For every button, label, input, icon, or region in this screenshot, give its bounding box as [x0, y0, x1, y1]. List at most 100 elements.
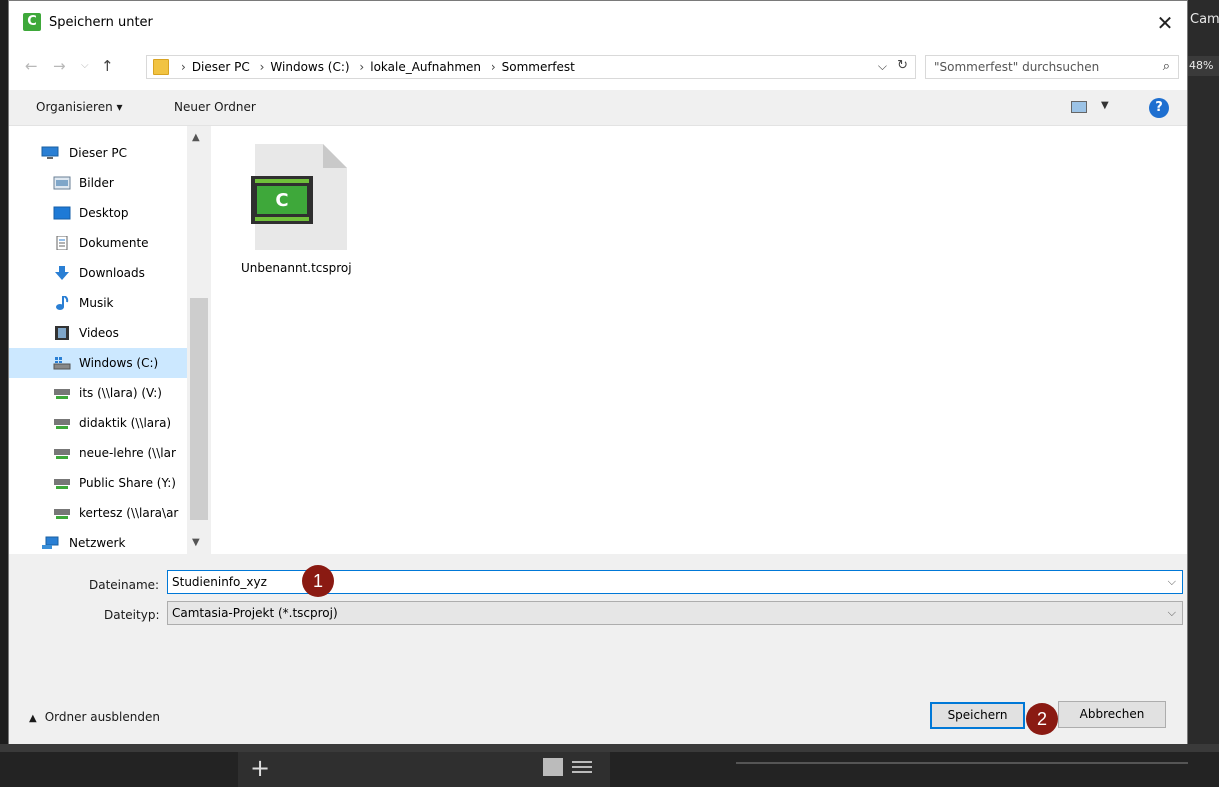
sidebar-item-downloads[interactable]: Downloads [9, 258, 187, 288]
recent-dropdown-icon[interactable]: ⌵ [81, 60, 89, 71]
search-input[interactable]: "Sommerfest" durchsuchen ⌕ [925, 55, 1179, 79]
sidebar-item-label: Bilder [79, 176, 114, 190]
sidebar-item-desktop[interactable]: Desktop [9, 198, 187, 228]
hide-folders-label: Ordner ausblenden [44, 710, 160, 724]
list-view-icon[interactable] [572, 758, 592, 776]
sidebar-item-label: Desktop [79, 206, 129, 220]
scrollbar-thumb[interactable] [190, 298, 208, 520]
up-arrow-icon[interactable]: ↑ [101, 57, 114, 75]
zoom-level[interactable]: 48% [1188, 56, 1219, 76]
music-icon [56, 296, 69, 310]
computer-icon [41, 146, 59, 159]
address-bar[interactable]: › Dieser PC › Windows (C:) › lokale_Aufnahm… [146, 55, 916, 79]
sidebar-item-network-drive[interactable]: kertesz (\\lara\ar [9, 498, 187, 528]
dialog-title: Speichern unter [49, 15, 153, 30]
add-icon[interactable]: + [250, 754, 270, 782]
navigation-bar: ← → ⌵ ↑ › Dieser PC › Windows (C:) › lokale… [9, 45, 1187, 90]
save-button[interactable]: Speichern [930, 702, 1025, 729]
grid-view-icon[interactable] [543, 758, 563, 776]
sidebar-item-label: its (\\lara) (V:) [79, 386, 162, 400]
step-marker-2: 2 [1026, 703, 1058, 735]
nav-tree: Dieser PC Bilder Desktop Dokumente Downl… [9, 138, 187, 554]
nav-scrollbar[interactable]: ▲ ▼ [187, 126, 211, 554]
sidebar-item-network-drive[interactable]: didaktik (\\lara) [9, 408, 187, 438]
command-bar: Organisieren ▾ Neuer Ordner ▼ ? [9, 90, 1187, 126]
sidebar-item-music[interactable]: Musik [9, 288, 187, 318]
help-icon[interactable]: ? [1149, 98, 1169, 118]
sidebar-item-label: Public Share (Y:) [79, 476, 176, 490]
filename-value: Studieninfo_xyz [172, 575, 267, 589]
sidebar-item-this-pc[interactable]: Dieser PC [9, 138, 187, 168]
step-marker-1: 1 [302, 565, 334, 597]
background-app-title: Camtasia [1190, 12, 1219, 27]
svg-text:C: C [275, 190, 288, 211]
breadcrumb-item[interactable]: Dieser PC [192, 60, 250, 74]
filetype-value: Camtasia-Projekt (*.tscproj) [172, 606, 338, 620]
sidebar-item-label: didaktik (\\lara) [79, 416, 172, 430]
sidebar-item-label: Videos [79, 326, 119, 340]
camtasia-project-icon: C [251, 144, 347, 250]
search-placeholder: "Sommerfest" durchsuchen [934, 60, 1100, 74]
view-dropdown-icon[interactable]: ▼ [1101, 100, 1109, 111]
save-form: Dateiname: Studieninfo_xyz ⌵ Dateityp: C… [9, 554, 1187, 744]
cancel-button[interactable]: Abbrechen [1058, 701, 1166, 728]
breadcrumb-item[interactable]: Sommerfest [502, 60, 575, 74]
scroll-down-icon[interactable]: ▼ [192, 537, 200, 548]
new-folder-button[interactable]: Neuer Ordner [174, 100, 256, 114]
sidebar-item-label: Dieser PC [69, 146, 127, 160]
refresh-icon[interactable]: ↻ [897, 58, 908, 73]
folder-icon [153, 59, 169, 75]
navigation-pane: Dieser PC Bilder Desktop Dokumente Downl… [9, 126, 211, 554]
filetype-label: Dateityp: [104, 608, 160, 622]
sidebar-item-network-drive[interactable]: Public Share (Y:) [9, 468, 187, 498]
documents-icon [56, 236, 68, 250]
sidebar-item-label: Downloads [79, 266, 145, 280]
sidebar-item-label: Windows (C:) [79, 356, 159, 370]
scroll-up-icon[interactable]: ▲ [192, 132, 200, 143]
breadcrumb-item[interactable]: Windows (C:) [270, 60, 349, 74]
chevron-up-icon: ▲ [29, 713, 37, 724]
sidebar-item-documents[interactable]: Dokumente [9, 228, 187, 258]
chevron-down-icon[interactable]: ⌵ [878, 59, 887, 74]
filename-label: Dateiname: [89, 578, 160, 592]
drive-icon [53, 357, 71, 370]
download-icon [55, 266, 69, 280]
network-icon [42, 536, 59, 549]
sidebar-item-network[interactable]: Netzwerk [9, 528, 187, 554]
desktop-icon [53, 206, 71, 220]
sidebar-item-label: Musik [79, 296, 114, 310]
sidebar-item-network-drive[interactable]: neue-lehre (\\lar [9, 438, 187, 468]
file-item[interactable]: C Unbenannt.tcsproj [237, 144, 355, 304]
search-icon[interactable]: ⌕ [1163, 59, 1170, 74]
chevron-down-icon[interactable]: ⌵ [1168, 575, 1176, 589]
file-name: Unbenannt.tcsproj [241, 261, 352, 275]
network-drive-icon [54, 449, 70, 459]
background-timeline: + [0, 744, 1219, 787]
file-list-area[interactable]: C Unbenannt.tcsproj [211, 126, 1187, 554]
view-options-icon[interactable] [1071, 101, 1087, 113]
network-drive-icon [54, 479, 70, 489]
videos-icon [55, 326, 69, 340]
network-drive-icon [54, 419, 70, 429]
chevron-down-icon[interactable]: ⌵ [1168, 606, 1176, 620]
sidebar-item-videos[interactable]: Videos [9, 318, 187, 348]
sidebar-item-label: kertesz (\\lara\ar [79, 506, 179, 520]
sidebar-item-label: neue-lehre (\\lar [79, 446, 176, 460]
sidebar-item-pictures[interactable]: Bilder [9, 168, 187, 198]
close-button[interactable]: ✕ [1143, 1, 1187, 45]
forward-arrow-icon[interactable]: → [53, 57, 66, 75]
background-app-strip: Camtasia 48% [1188, 0, 1219, 787]
breadcrumb-item[interactable]: lokale_Aufnahmen [370, 60, 481, 74]
network-drive-icon [54, 389, 70, 399]
sidebar-item-network-drive[interactable]: its (\\lara) (V:) [9, 378, 187, 408]
title-bar: C Speichern unter ✕ [9, 1, 1187, 45]
breadcrumb: › Dieser PC › Windows (C:) › lokale_Aufnahm… [181, 60, 575, 74]
organize-button[interactable]: Organisieren ▾ [36, 100, 123, 114]
sidebar-item-label: Dokumente [79, 236, 149, 250]
back-arrow-icon[interactable]: ← [25, 57, 38, 75]
filetype-select[interactable]: Camtasia-Projekt (*.tscproj) ⌵ [167, 601, 1183, 625]
network-drive-icon [54, 509, 70, 519]
sidebar-item-windows-c[interactable]: Windows (C:) [9, 348, 187, 378]
hide-folders-button[interactable]: ▲ Ordner ausblenden [29, 710, 160, 724]
sidebar-item-label: Netzwerk [69, 536, 126, 550]
